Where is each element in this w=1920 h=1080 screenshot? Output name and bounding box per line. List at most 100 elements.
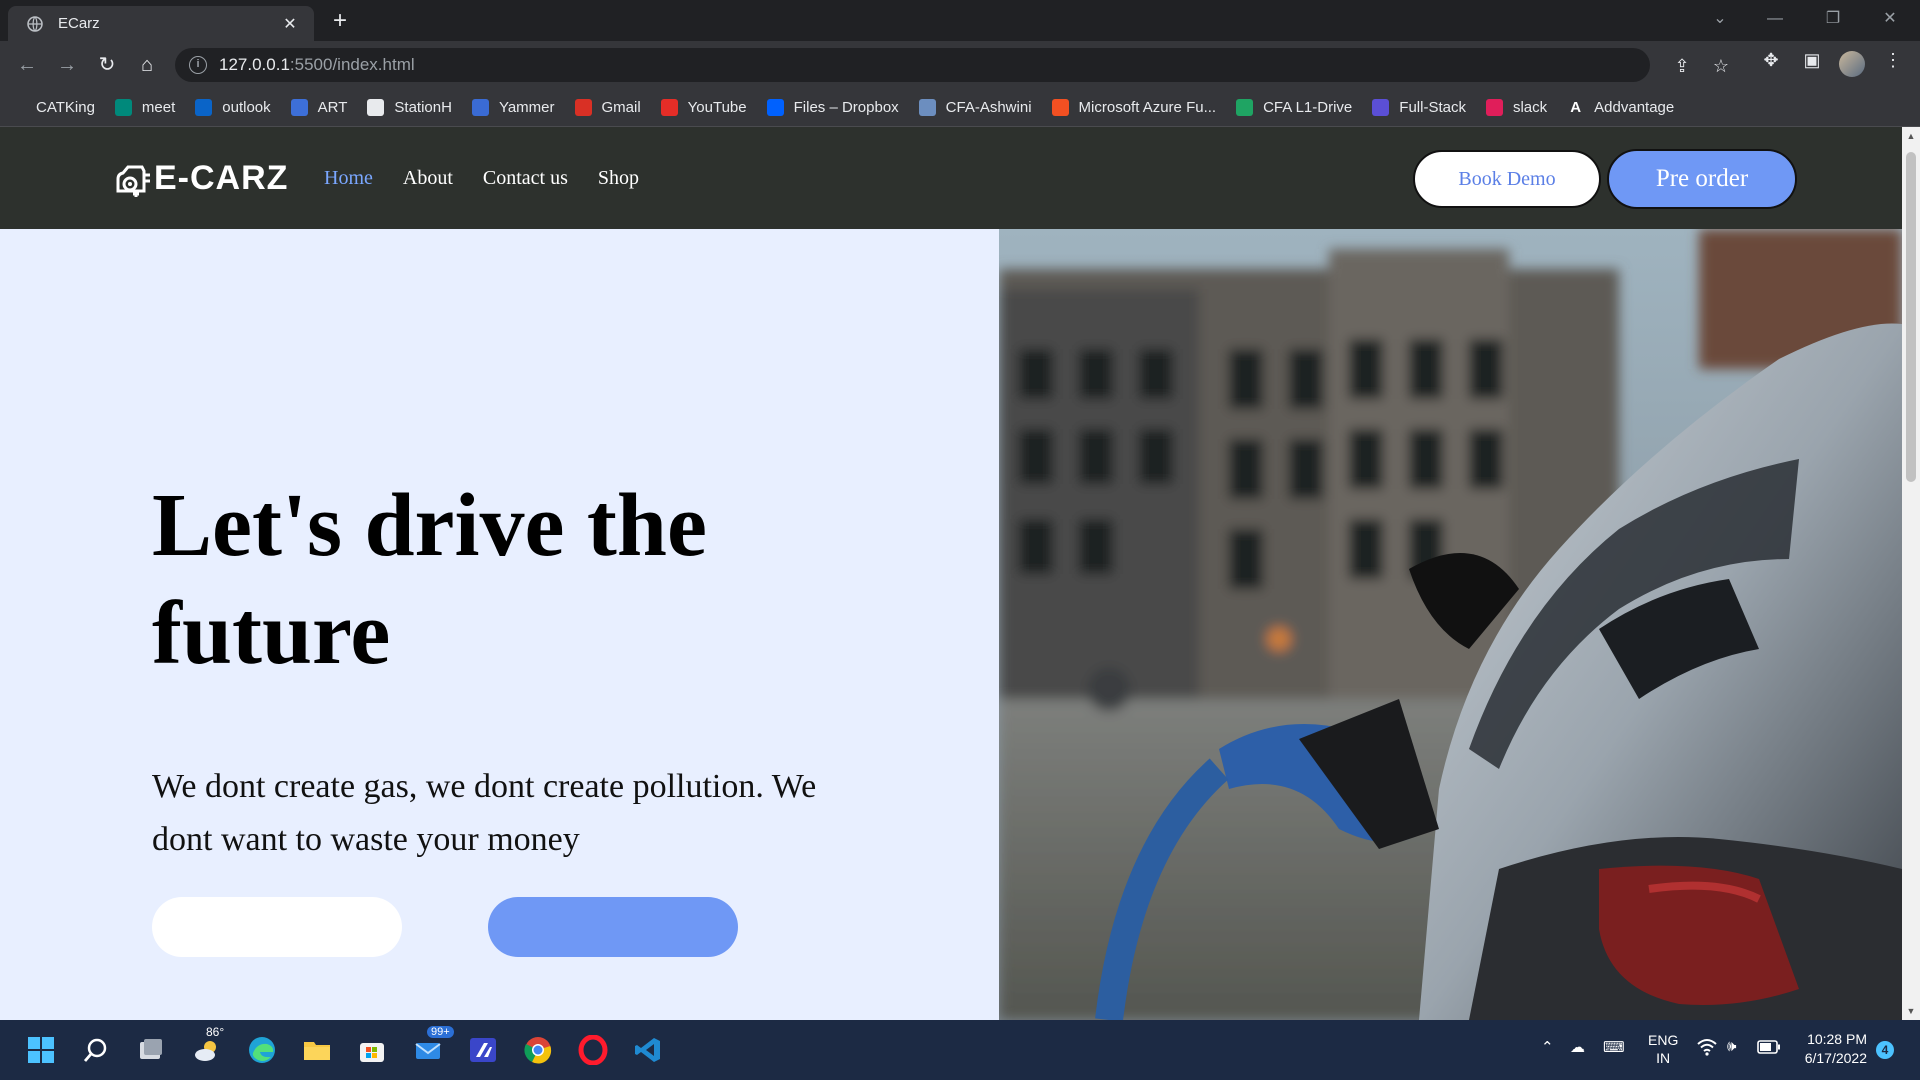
dropbox-icon: [766, 99, 784, 116]
bookmark-label: CFA-Ashwini: [945, 99, 1032, 116]
tab-close-icon[interactable]: ✕: [280, 14, 300, 34]
microsoft-icon: [1051, 99, 1069, 116]
web-page: E-CARZ Home About Contact us Shop Book D…: [0, 127, 1902, 1020]
pre-order-button[interactable]: Pre order: [1607, 149, 1797, 209]
language-code: ENG: [1648, 1032, 1679, 1048]
bookmark-item[interactable]: CFA L1-Drive: [1236, 99, 1352, 116]
clock-date: 6/17/2022: [1804, 1050, 1867, 1066]
site-info-icon[interactable]: i: [189, 56, 207, 74]
minimize-icon[interactable]: —: [1755, 6, 1795, 32]
side-panel-icon[interactable]: ▣: [1797, 50, 1827, 71]
bookmark-item[interactable]: CFA-Ashwini: [918, 99, 1032, 116]
task-view-icon[interactable]: [134, 1033, 168, 1067]
tray-overflow-chevron-icon[interactable]: ⌃: [1541, 1038, 1554, 1056]
bookmark-label: ART: [317, 99, 348, 116]
file-explorer-icon[interactable]: [300, 1033, 334, 1067]
profile-avatar[interactable]: [1839, 51, 1865, 77]
onedrive-cloud-icon[interactable]: ☁: [1570, 1038, 1585, 1056]
nav-shop[interactable]: Shop: [598, 167, 639, 190]
browser-tab-strip: ECarz ✕ + ⌄ — ❐ ✕: [0, 0, 1920, 41]
bookmark-item[interactable]: Full-Stack: [1372, 99, 1466, 116]
home-icon[interactable]: ⌂: [132, 51, 162, 79]
mail-badge: 99+: [427, 1026, 454, 1038]
site-logo[interactable]: E-CARZ: [114, 157, 288, 199]
address-bar[interactable]: i 127.0.0.1:5500/index.html ⇪ ☆: [175, 48, 1729, 82]
extensions-puzzle-icon[interactable]: ✥: [1756, 50, 1786, 71]
url-text: 127.0.0.1:5500/index.html: [219, 55, 415, 74]
windows-start-icon[interactable]: [24, 1033, 58, 1067]
bookmark-item[interactable]: Microsoft Azure Fu...: [1051, 99, 1217, 116]
bookmark-item[interactable]: CATKing: [20, 99, 95, 116]
main-nav: Home About Contact us Shop: [324, 167, 669, 190]
book-demo-button[interactable]: Book Demo: [1413, 150, 1601, 208]
tab-search-chevron-icon[interactable]: ⌄: [1700, 6, 1740, 32]
bookmark-item[interactable]: Yammer: [471, 99, 555, 116]
volume-icon[interactable]: 🕪: [1727, 1038, 1736, 1055]
edge-browser-icon[interactable]: [245, 1033, 279, 1067]
hero-secondary-button[interactable]: [152, 897, 402, 957]
bookmark-label: outlook: [222, 99, 271, 116]
scrollbar-thumb[interactable]: [1906, 152, 1916, 482]
hexagon-icon: [1372, 99, 1390, 116]
bookmark-icon: [918, 99, 936, 116]
vscode-icon[interactable]: [631, 1033, 665, 1067]
bookmark-label: Full-Stack: [1399, 99, 1466, 116]
battery-icon[interactable]: [1757, 1040, 1781, 1058]
bookmark-item[interactable]: StationH: [367, 99, 452, 116]
clock[interactable]: 10:28 PM 6/17/2022: [1795, 1030, 1867, 1068]
bookmark-label: Yammer: [498, 99, 555, 116]
bookmark-label: Microsoft Azure Fu...: [1078, 99, 1217, 116]
notification-badge[interactable]: 4: [1876, 1041, 1894, 1059]
back-arrow-icon[interactable]: ←: [12, 51, 42, 79]
windows-taskbar: 86° 99+ ⌃ ☁ ⌨ ENG IN 🕪 10:28 PM 6/17/202…: [0, 1020, 1920, 1080]
window-close-icon[interactable]: ✕: [1870, 6, 1910, 32]
bookmark-label: CATKing: [36, 99, 95, 116]
opera-icon[interactable]: [576, 1033, 610, 1067]
bookmark-label: CFA L1-Drive: [1263, 99, 1353, 116]
bookmarks-bar: CATKing meet outlook ART StationH Yammer Gmail…: [0, 89, 1920, 127]
scroll-up-arrow-icon[interactable]: ▲: [1902, 127, 1920, 145]
bookmark-item[interactable]: Gmail: [574, 99, 641, 116]
browser-tab[interactable]: ECarz ✕: [8, 6, 314, 41]
bookmark-label: Gmail: [601, 99, 641, 116]
bookmark-label: YouTube: [687, 99, 747, 116]
bookmark-item[interactable]: slack: [1485, 99, 1548, 116]
nav-home[interactable]: Home: [324, 167, 373, 190]
bookmark-label: Files – Dropbox: [793, 99, 899, 116]
nav-about[interactable]: About: [403, 167, 453, 190]
wifi-icon[interactable]: [1697, 1038, 1717, 1060]
bookmark-item[interactable]: Files – Dropbox: [766, 99, 899, 116]
bookmark-item[interactable]: ART: [290, 99, 348, 116]
hero-primary-button[interactable]: [488, 897, 738, 957]
chrome-icon[interactable]: [521, 1033, 555, 1067]
outlook-icon: [195, 99, 213, 116]
site-navbar: E-CARZ Home About Contact us Shop Book D…: [0, 127, 1902, 229]
mail-icon[interactable]: 99+: [411, 1026, 454, 1067]
restore-icon[interactable]: ❐: [1813, 6, 1853, 32]
hero-title: Let's drive the future: [152, 476, 707, 683]
bookmark-item[interactable]: outlook: [195, 99, 271, 116]
share-icon[interactable]: ⇪: [1668, 56, 1696, 77]
tab-title: ECarz: [58, 15, 100, 32]
weather-icon[interactable]: 86°: [190, 1025, 224, 1067]
reload-icon[interactable]: ↻: [92, 51, 122, 79]
bookmark-star-icon[interactable]: ☆: [1707, 56, 1735, 77]
bookmark-item[interactable]: YouTube: [660, 99, 747, 116]
browser-menu-icon[interactable]: ⋮: [1878, 50, 1908, 71]
bookmark-item[interactable]: meet: [114, 99, 175, 116]
page-scrollbar[interactable]: ▲ ▼: [1902, 127, 1920, 1020]
yammer-icon: [471, 99, 489, 116]
new-tab-plus-icon[interactable]: +: [325, 6, 355, 36]
addvantage-icon: A: [1570, 99, 1582, 116]
microsoft-store-icon[interactable]: [355, 1033, 389, 1067]
scroll-down-arrow-icon[interactable]: ▼: [1902, 1002, 1920, 1020]
forward-arrow-icon[interactable]: →: [52, 51, 82, 79]
keyboard-icon[interactable]: ⌨: [1603, 1038, 1625, 1056]
bookmark-label: slack: [1512, 99, 1548, 116]
nav-contact-us[interactable]: Contact us: [483, 167, 568, 190]
bookmark-item[interactable]: A Addvantage: [1567, 99, 1674, 116]
search-icon[interactable]: [79, 1033, 113, 1067]
power-automate-icon[interactable]: [466, 1033, 500, 1067]
hero-car-charging-image: [999, 229, 1902, 1020]
language-indicator[interactable]: ENG IN: [1648, 1031, 1678, 1067]
